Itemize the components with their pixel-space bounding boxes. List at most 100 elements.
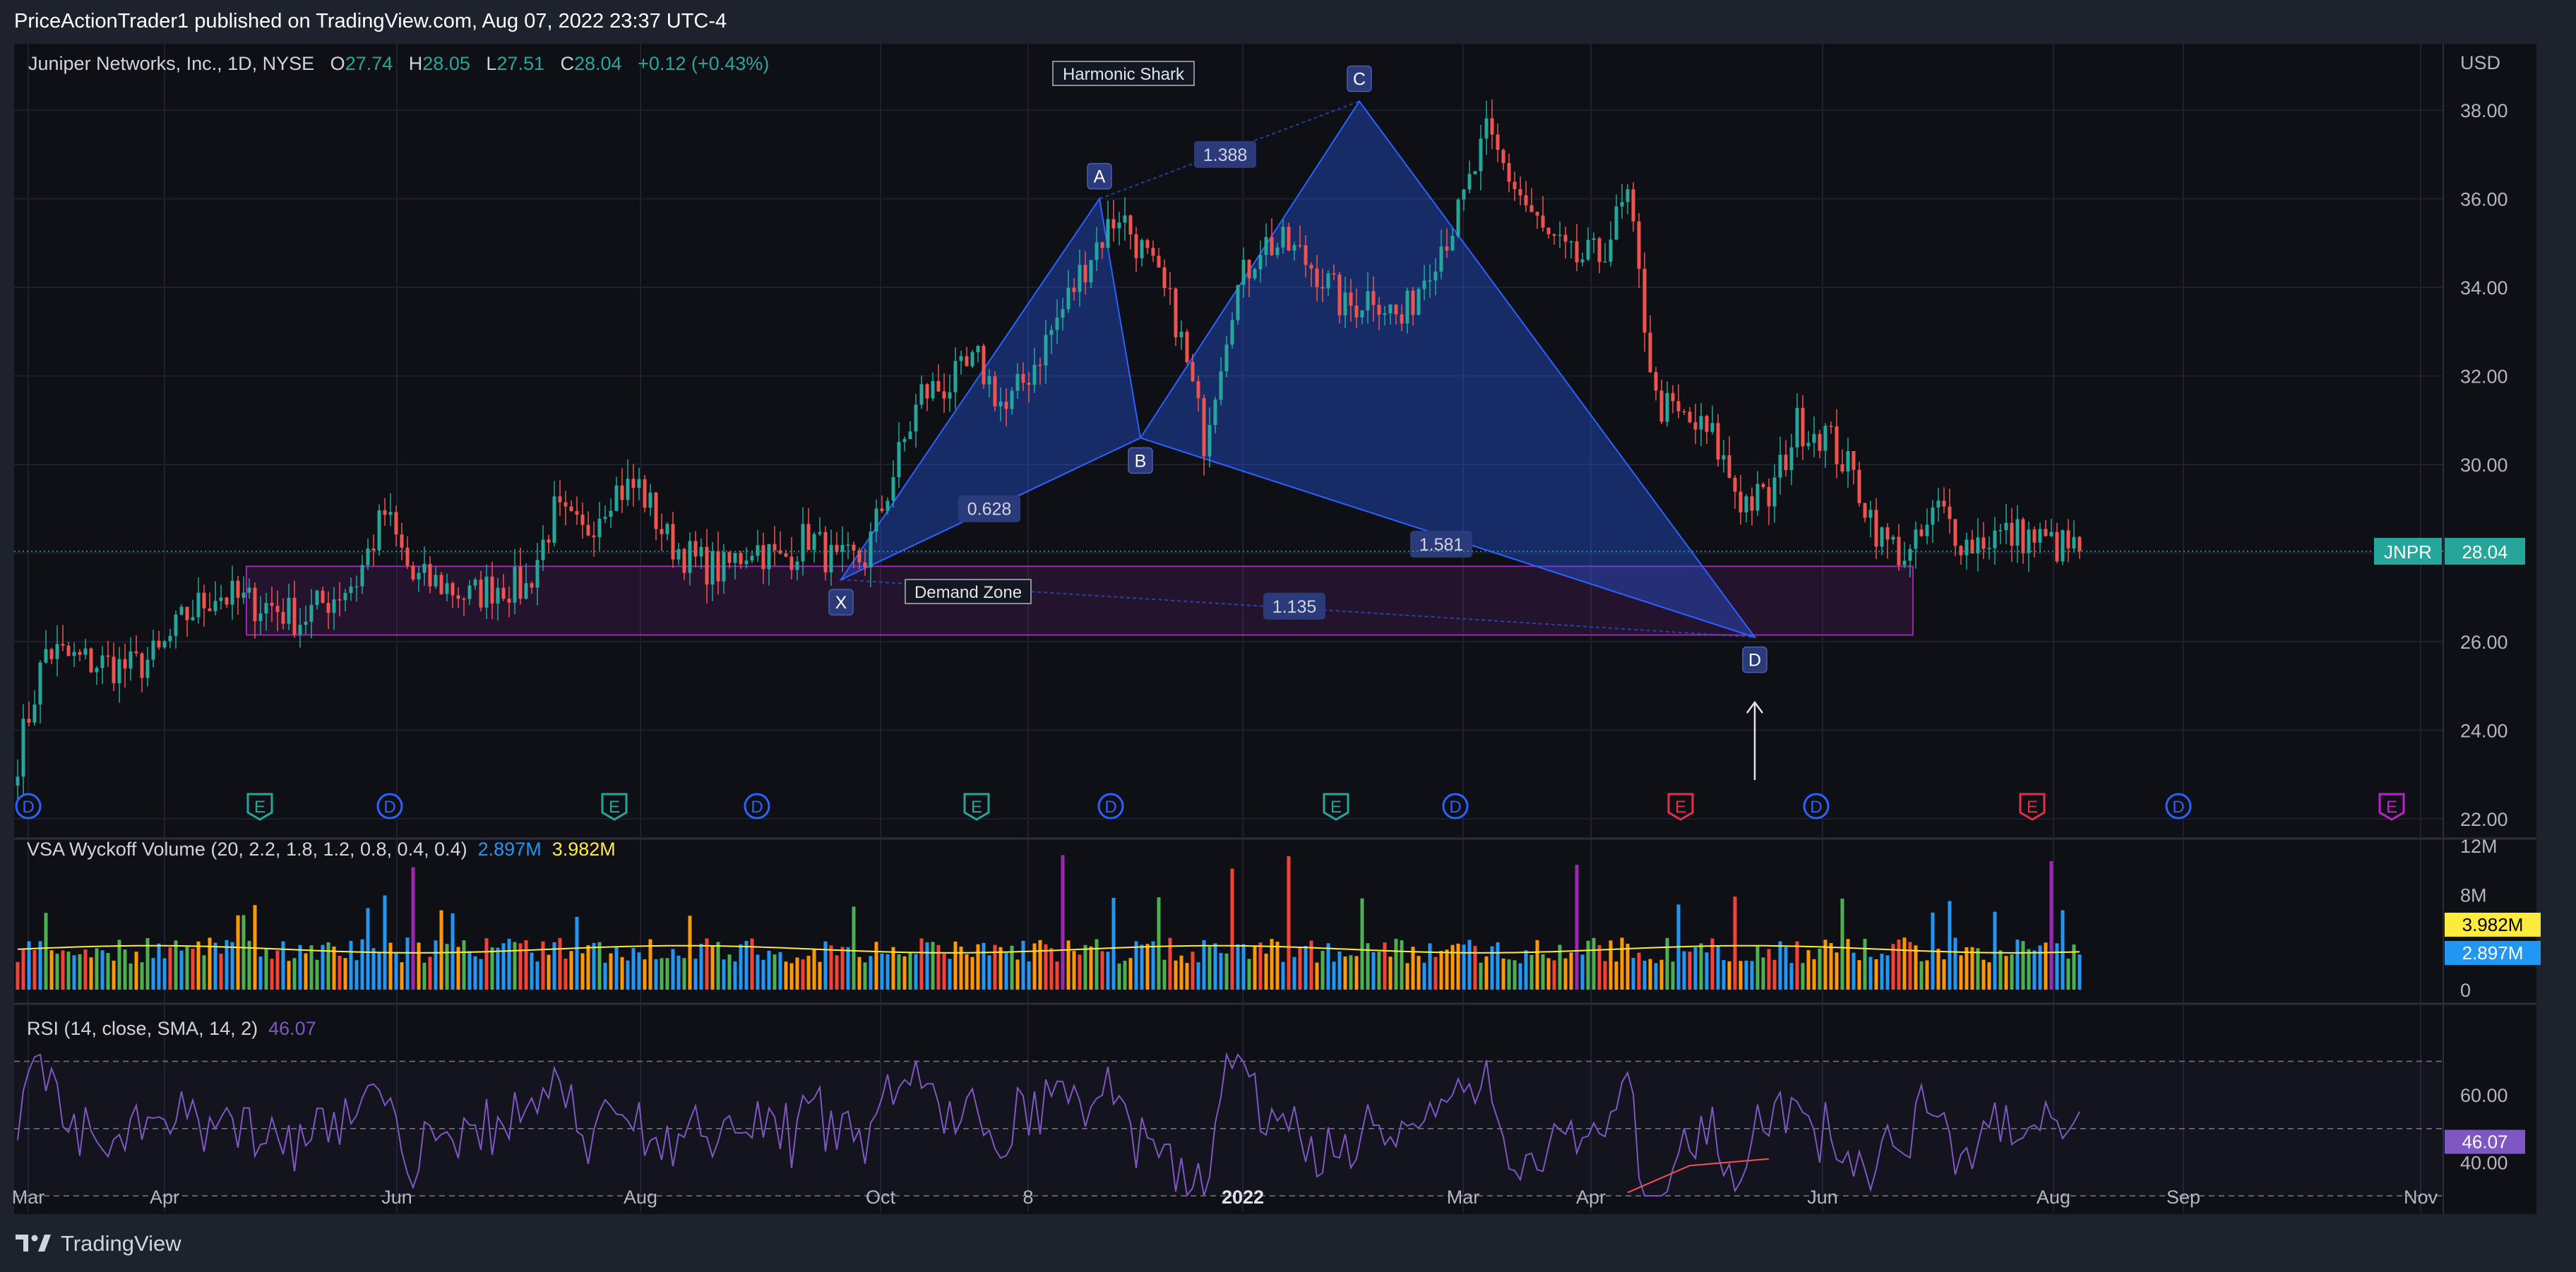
volume-bar bbox=[383, 895, 387, 990]
time-axis-tick: Mar bbox=[12, 1187, 45, 1208]
candle-body bbox=[733, 553, 737, 563]
candle-body bbox=[1162, 267, 1167, 289]
volume-bar bbox=[445, 944, 449, 990]
candle-body bbox=[1049, 330, 1054, 335]
candle-body bbox=[1575, 241, 1579, 263]
volume-bar bbox=[722, 959, 726, 990]
candle-body bbox=[1902, 560, 1907, 565]
candle-body bbox=[530, 583, 534, 588]
volume-bar bbox=[1846, 939, 1850, 990]
volume-bar bbox=[597, 942, 602, 990]
volume-bar bbox=[1219, 953, 1223, 990]
volume-bar bbox=[1778, 941, 1782, 990]
volume-bar bbox=[1812, 959, 1816, 990]
volume-bar bbox=[778, 952, 782, 990]
volume-bar bbox=[338, 956, 342, 990]
candle-body bbox=[1552, 234, 1556, 236]
volume-bar bbox=[1185, 963, 1189, 990]
pattern-point-label: X bbox=[835, 593, 847, 613]
volume-bar bbox=[1496, 942, 1500, 990]
volume-legend-title: VSA Wyckoff Volume (20, 2.2, 1.8, 1.2, 0… bbox=[27, 839, 467, 860]
candle-body bbox=[1422, 280, 1426, 289]
rsi-axis-tick: 60.00 bbox=[2460, 1085, 2508, 1106]
candle-body bbox=[891, 476, 895, 501]
volume-bar bbox=[1400, 940, 1404, 990]
volume-bar bbox=[987, 955, 991, 990]
candle-body bbox=[123, 659, 127, 669]
candle-body bbox=[72, 652, 76, 656]
candle-body bbox=[242, 592, 246, 598]
candle-body bbox=[1185, 332, 1189, 363]
candle-body bbox=[417, 572, 421, 580]
candle-body bbox=[1275, 247, 1280, 256]
volume-bar bbox=[1970, 947, 1974, 990]
ratio-label: 1.581 bbox=[1419, 535, 1464, 555]
candle-body bbox=[1117, 222, 1121, 229]
candle-body bbox=[501, 587, 506, 599]
candle-body bbox=[1337, 275, 1342, 316]
volume-bar bbox=[1371, 952, 1376, 990]
candle-body bbox=[1394, 304, 1398, 315]
candle-body bbox=[1377, 304, 1381, 315]
candle-body bbox=[1450, 236, 1455, 251]
candle-body bbox=[83, 648, 88, 655]
candle-body bbox=[349, 587, 353, 594]
candle-body bbox=[2061, 530, 2065, 562]
candle-body bbox=[1083, 265, 1087, 282]
volume-bar bbox=[1417, 956, 1421, 990]
candle-body bbox=[394, 512, 398, 535]
candle-body bbox=[1863, 503, 1867, 518]
candle-body bbox=[925, 384, 929, 399]
candle-body bbox=[434, 575, 438, 587]
candle-body bbox=[693, 541, 698, 557]
event-marker-label: D bbox=[383, 798, 395, 817]
candle-body bbox=[987, 376, 991, 385]
volume-bar bbox=[880, 953, 884, 990]
candle-body bbox=[959, 356, 963, 361]
volume-bar bbox=[908, 952, 912, 990]
volume-bar bbox=[1767, 949, 1771, 990]
volume-bar bbox=[1863, 938, 1867, 990]
candle-body bbox=[1417, 289, 1421, 316]
volume-bar bbox=[1761, 957, 1765, 990]
candle-body bbox=[1072, 287, 1076, 292]
volume-bar bbox=[897, 954, 901, 990]
candle-body bbox=[1586, 239, 1590, 260]
candle-body bbox=[789, 556, 794, 570]
candle-body bbox=[112, 656, 116, 684]
event-marker-label: E bbox=[971, 798, 982, 817]
volume-bar bbox=[95, 948, 99, 990]
volume-bar bbox=[157, 943, 161, 990]
candle-body bbox=[1874, 510, 1878, 547]
price-chart[interactable]: X A B C D 0.628 1.388 1.581 1.135 Harmonic Shark D… bbox=[0, 0, 2576, 1214]
volume-bar bbox=[818, 961, 822, 990]
candle-body bbox=[1061, 309, 1065, 318]
volume-bar bbox=[2049, 860, 2053, 990]
candle-body bbox=[547, 539, 551, 543]
candle-body bbox=[298, 625, 302, 635]
volume-bar bbox=[513, 942, 517, 990]
volume-bar bbox=[925, 942, 929, 990]
candle-body bbox=[1609, 239, 1613, 262]
candle-body bbox=[1015, 373, 1020, 391]
candle-body bbox=[682, 548, 686, 573]
volume-bar bbox=[1631, 957, 1635, 990]
volume-bar bbox=[1936, 949, 1940, 990]
volume-bar bbox=[1208, 946, 1212, 990]
volume-bar bbox=[1925, 960, 1929, 990]
rsi-tag-label: 46.07 bbox=[2462, 1132, 2508, 1153]
candle-body bbox=[1908, 548, 1912, 561]
brand[interactable]: TradingView bbox=[16, 1231, 181, 1256]
volume-bar bbox=[1874, 959, 1878, 990]
volume-bar bbox=[699, 944, 703, 990]
brand-name: TradingView bbox=[61, 1231, 181, 1256]
volume-bar bbox=[671, 949, 675, 990]
volume-bar bbox=[1597, 944, 1602, 990]
candle-body bbox=[564, 502, 568, 507]
volume-bar bbox=[1038, 940, 1042, 990]
candle-body bbox=[281, 611, 285, 624]
candle-body bbox=[1789, 447, 1794, 470]
volume-bar bbox=[16, 961, 20, 990]
volume-bar bbox=[1784, 947, 1788, 990]
volume-ma-tag-label: 3.982M bbox=[2462, 914, 2524, 935]
